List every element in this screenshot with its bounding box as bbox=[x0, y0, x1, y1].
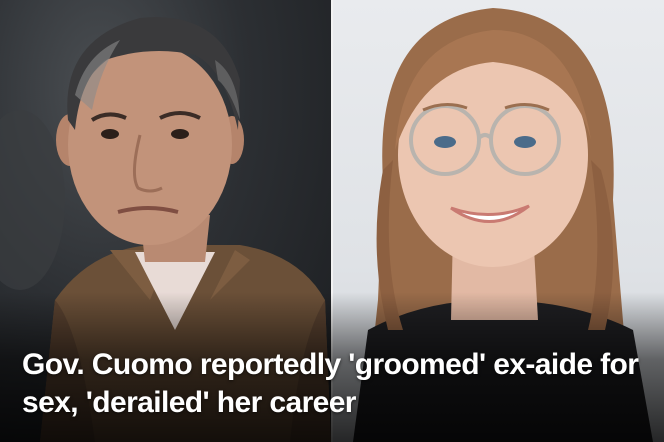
news-thumbnail[interactable]: Gov. Cuomo reportedly 'groomed' ex-aide … bbox=[0, 0, 664, 442]
headline-caption[interactable]: Gov. Cuomo reportedly 'groomed' ex-aide … bbox=[22, 346, 646, 422]
